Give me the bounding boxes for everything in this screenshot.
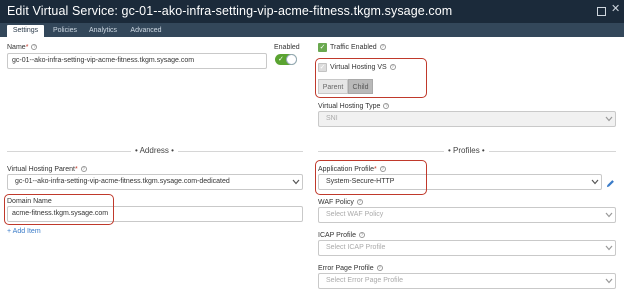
required-asterisk: * bbox=[25, 44, 29, 51]
traffic-enabled-label-text: Traffic Enabled bbox=[330, 44, 377, 51]
virtual-hosting-type-value: SNI bbox=[326, 115, 338, 122]
parent-option-button[interactable]: Parent bbox=[318, 79, 348, 94]
address-section-title: • Address • bbox=[131, 146, 178, 155]
icap-profile-select[interactable]: Select ICAP Profile bbox=[318, 240, 616, 256]
waf-policy-placeholder: Select WAF Policy bbox=[326, 211, 384, 218]
virtual-hosting-vs-label: Virtual Hosting VS? bbox=[330, 64, 396, 71]
error-page-profile-label-text: Error Page Profile bbox=[318, 265, 374, 272]
application-profile-select[interactable]: System-Secure-HTTP bbox=[318, 174, 602, 190]
waf-policy-label-text: WAF Policy bbox=[318, 199, 354, 206]
chevron-down-icon bbox=[605, 116, 613, 122]
traffic-enabled-checkbox[interactable]: ✓ bbox=[318, 43, 327, 52]
maximize-icon[interactable] bbox=[597, 7, 606, 16]
name-input[interactable]: gc-01--ako-infra-setting-vip-acme-fitnes… bbox=[7, 53, 267, 69]
add-item-link[interactable]: + Add Item bbox=[7, 228, 41, 235]
enabled-toggle[interactable]: ✓ bbox=[275, 54, 297, 65]
help-icon[interactable]: ? bbox=[379, 166, 386, 173]
chevron-down-icon bbox=[591, 179, 599, 185]
chevron-down-icon bbox=[605, 245, 613, 251]
check-icon: ✓ bbox=[278, 56, 284, 63]
chevron-down-icon bbox=[292, 179, 300, 185]
help-icon[interactable]: ? bbox=[389, 64, 396, 71]
virtual-hosting-parent-value: gc-01--ako-infra-setting-vip-acme-fitnes… bbox=[15, 178, 230, 185]
close-icon[interactable]: ✕ bbox=[611, 4, 620, 15]
tab-settings[interactable]: Settings bbox=[7, 25, 44, 37]
icap-profile-label-text: ICAP Profile bbox=[318, 232, 356, 239]
virtual-hosting-vs-checkbox[interactable]: ✓ bbox=[318, 63, 327, 72]
window-title: Edit Virtual Service: gc-01--ako-infra-s… bbox=[7, 4, 453, 18]
help-icon[interactable]: ? bbox=[80, 166, 87, 173]
required-asterisk: * bbox=[74, 166, 78, 173]
enabled-label-text: Enabled bbox=[274, 44, 300, 51]
virtual-hosting-type-select[interactable]: SNI bbox=[318, 111, 616, 127]
help-icon[interactable]: ? bbox=[31, 44, 38, 51]
child-option-button[interactable]: Child bbox=[348, 79, 373, 94]
error-page-profile-select[interactable]: Select Error Page Profile bbox=[318, 273, 616, 289]
help-icon[interactable]: ? bbox=[383, 103, 390, 110]
virtual-hosting-type-label-text: Virtual Hosting Type bbox=[318, 103, 381, 110]
tab-policies[interactable]: Policies bbox=[50, 25, 80, 37]
required-asterisk: * bbox=[374, 166, 377, 173]
application-profile-label-text: Application Profile bbox=[318, 166, 375, 173]
virtual-hosting-parent-label: Virtual Hosting Parent*? bbox=[7, 166, 87, 173]
virtual-hosting-parent-select[interactable]: gc-01--ako-infra-setting-vip-acme-fitnes… bbox=[7, 174, 303, 190]
virtual-hosting-type-label: Virtual Hosting Type? bbox=[318, 103, 390, 110]
help-icon[interactable]: ? bbox=[376, 265, 383, 272]
traffic-enabled-label: Traffic Enabled? bbox=[330, 44, 386, 51]
icap-profile-label: ICAP Profile? bbox=[318, 232, 365, 239]
error-page-profile-label: Error Page Profile? bbox=[318, 265, 383, 272]
help-icon[interactable]: ? bbox=[359, 232, 365, 239]
toggle-knob bbox=[286, 54, 297, 65]
application-profile-value: System-Secure-HTTP bbox=[326, 178, 395, 185]
domain-name-label-text: Domain Name bbox=[7, 198, 52, 205]
application-profile-label: Application Profile*? bbox=[318, 166, 386, 173]
virtual-hosting-parent-label-text: Virtual Hosting Parent bbox=[7, 166, 75, 173]
tab-bar: Settings Policies Analytics Advanced bbox=[0, 23, 624, 37]
waf-policy-label: WAF Policy? bbox=[318, 199, 363, 206]
profiles-section-title: • Profiles • bbox=[444, 146, 489, 155]
domain-name-label: Domain Name bbox=[7, 198, 52, 205]
edit-pencil-icon[interactable] bbox=[606, 179, 615, 188]
waf-policy-select[interactable]: Select WAF Policy bbox=[318, 207, 616, 223]
chevron-down-icon bbox=[605, 278, 613, 284]
domain-name-input[interactable]: acme-fitness.tkgm.sysage.com bbox=[7, 206, 303, 222]
chevron-down-icon bbox=[605, 212, 613, 218]
name-label: Name*? bbox=[7, 44, 38, 51]
virtual-hosting-vs-label-text: Virtual Hosting VS bbox=[330, 64, 387, 71]
help-icon[interactable]: ? bbox=[356, 199, 363, 206]
tab-analytics[interactable]: Analytics bbox=[86, 25, 120, 37]
error-page-profile-placeholder: Select Error Page Profile bbox=[326, 277, 404, 284]
name-label-text: Name bbox=[7, 44, 26, 51]
help-icon[interactable]: ? bbox=[379, 44, 386, 51]
enabled-label: Enabled bbox=[274, 44, 300, 51]
window-titlebar: Edit Virtual Service: gc-01--ako-infra-s… bbox=[0, 0, 624, 23]
icap-profile-placeholder: Select ICAP Profile bbox=[326, 244, 386, 251]
tab-advanced[interactable]: Advanced bbox=[128, 25, 164, 37]
